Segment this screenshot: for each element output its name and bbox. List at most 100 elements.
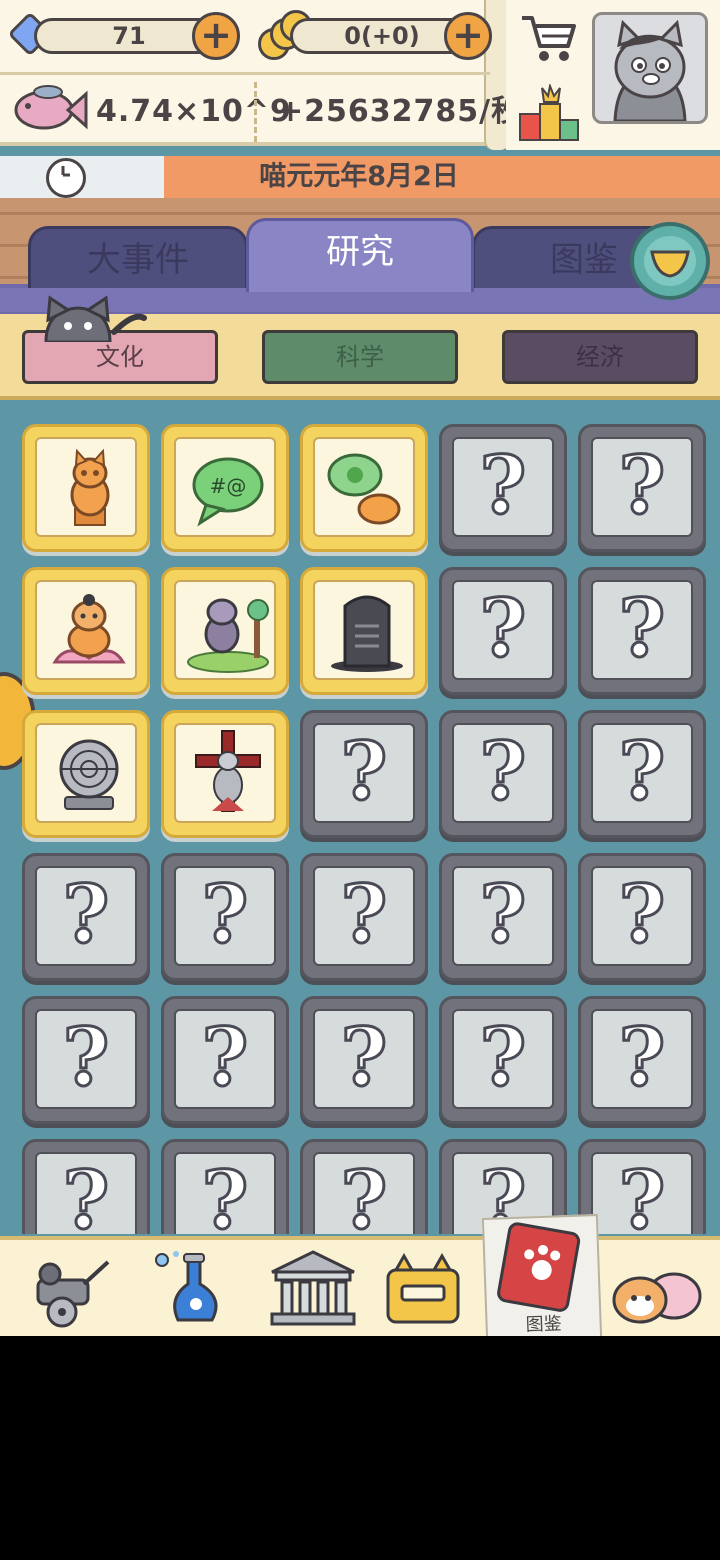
locked-research-item[interactable]: ?: [161, 1139, 289, 1234]
fish-icon: [8, 80, 88, 138]
cross-cat-icon: [195, 730, 261, 812]
bottom-navigation: [0, 1236, 720, 1336]
stone-stele-icon: [331, 595, 403, 672]
fish-rate: +25632785/秒: [278, 94, 523, 129]
research-item[interactable]: [300, 567, 428, 695]
locked-research-item[interactable]: ?: [300, 1139, 428, 1234]
temple-icon[interactable]: [268, 1250, 358, 1330]
unknown-item-icon: ?: [617, 438, 667, 532]
locked-research-item[interactable]: ?: [22, 853, 150, 981]
tab-research[interactable]: 研究: [246, 218, 474, 292]
locked-research-item[interactable]: ?: [22, 996, 150, 1124]
unknown-item-icon: ?: [617, 867, 667, 961]
unknown-item-icon: ?: [200, 1010, 250, 1104]
locked-research-item[interactable]: ?: [439, 710, 567, 838]
svg-text:#@: #@: [210, 474, 247, 498]
unknown-item-icon: ?: [200, 867, 250, 961]
research-grid: #@??????????????????????: [22, 424, 712, 1234]
item-frame: ?: [174, 1009, 276, 1109]
locked-research-item[interactable]: ?: [578, 567, 706, 695]
locked-research-item[interactable]: ?: [161, 996, 289, 1124]
item-frame: ?: [313, 723, 415, 823]
nav-album-label: 图鉴: [525, 1313, 562, 1336]
locked-research-item[interactable]: ?: [161, 853, 289, 981]
subtab-economy[interactable]: 经济: [502, 330, 698, 384]
seismograph-icon: [59, 739, 119, 810]
locked-research-item[interactable]: ?: [578, 996, 706, 1124]
item-frame: [35, 437, 137, 537]
unknown-item-icon: ?: [61, 867, 111, 961]
locked-research-item[interactable]: ?: [439, 567, 567, 695]
subtab-science[interactable]: 科学: [262, 330, 458, 384]
locked-research-item[interactable]: ?: [300, 853, 428, 981]
unknown-item-icon: ?: [339, 724, 389, 818]
game-screen: 71 + 0(+0) + 4.74×10^9 +25632785/秒 喵元元年8…: [0, 0, 720, 1336]
divider: [0, 72, 490, 75]
date-bar-left: [0, 156, 164, 198]
research-item[interactable]: [22, 710, 150, 838]
research-item[interactable]: [300, 424, 428, 552]
item-frame: [313, 437, 415, 537]
item-frame: ?: [591, 723, 693, 823]
research-item[interactable]: [22, 567, 150, 695]
item-frame: ?: [452, 580, 554, 680]
item-frame: [35, 580, 137, 680]
unknown-item-icon: ?: [61, 1010, 111, 1104]
player-avatar[interactable]: [592, 12, 708, 124]
research-item[interactable]: [161, 567, 289, 695]
item-frame: ?: [591, 1152, 693, 1234]
leaderboard-podium-icon[interactable]: [518, 82, 580, 142]
peeking-cat-icon: [38, 292, 150, 344]
cart-vehicle-icon[interactable]: [24, 1250, 114, 1330]
unknown-item-icon: ?: [478, 867, 528, 961]
nav-album[interactable]: 图鉴: [481, 1214, 603, 1336]
item-frame: ?: [591, 580, 693, 680]
add-gems-button[interactable]: +: [192, 12, 240, 60]
unknown-item-icon: ?: [478, 581, 528, 675]
add-coins-button[interactable]: +: [444, 12, 492, 60]
cat-statue-icon: [70, 448, 110, 526]
item-frame: ?: [591, 1009, 693, 1109]
game-date: 喵元元年8月2日: [259, 161, 459, 192]
research-item[interactable]: [22, 424, 150, 552]
unknown-item-icon: ?: [339, 1010, 389, 1104]
unknown-item-icon: ?: [617, 724, 667, 818]
album-book-icon: [497, 1222, 581, 1312]
locked-research-item[interactable]: ?: [300, 996, 428, 1124]
locked-research-item[interactable]: ?: [300, 710, 428, 838]
item-frame: ?: [452, 437, 554, 537]
unknown-item-icon: ?: [200, 1153, 250, 1235]
item-frame: [35, 723, 137, 823]
locked-research-item[interactable]: ?: [22, 1139, 150, 1234]
divider: [254, 82, 257, 142]
item-frame: [174, 580, 276, 680]
locked-research-item[interactable]: ?: [578, 424, 706, 552]
dancing-cat-icon: [187, 598, 269, 673]
locked-research-item[interactable]: ?: [578, 710, 706, 838]
locked-research-item[interactable]: ?: [439, 853, 567, 981]
date-bar: 喵元元年8月2日: [0, 156, 720, 198]
treasure-chest-icon[interactable]: [378, 1250, 468, 1330]
unknown-item-icon: ?: [478, 724, 528, 818]
collapse-toggle-icon[interactable]: [630, 222, 710, 300]
unknown-item-icon: ?: [61, 1153, 111, 1235]
fish-total: 4.74×10^9: [96, 94, 292, 129]
research-item[interactable]: [161, 710, 289, 838]
item-frame: ?: [313, 1009, 415, 1109]
unknown-item-icon: ?: [617, 1010, 667, 1104]
item-frame: [313, 580, 415, 680]
potion-flask-icon[interactable]: [150, 1250, 240, 1330]
locked-research-item[interactable]: ?: [439, 424, 567, 552]
item-frame: ?: [452, 866, 554, 966]
locked-research-item[interactable]: ?: [578, 853, 706, 981]
cats-family-icon[interactable]: [610, 1250, 720, 1330]
item-frame: ?: [35, 1152, 137, 1234]
shopping-cart-icon[interactable]: [518, 10, 578, 66]
tab-events[interactable]: 大事件: [28, 226, 248, 288]
item-frame: ?: [174, 1152, 276, 1234]
locked-research-item[interactable]: ?: [439, 996, 567, 1124]
item-frame: ?: [452, 723, 554, 823]
lotus-cat-icon: [52, 594, 126, 664]
item-frame: ?: [452, 1009, 554, 1109]
research-item[interactable]: #@: [161, 424, 289, 552]
